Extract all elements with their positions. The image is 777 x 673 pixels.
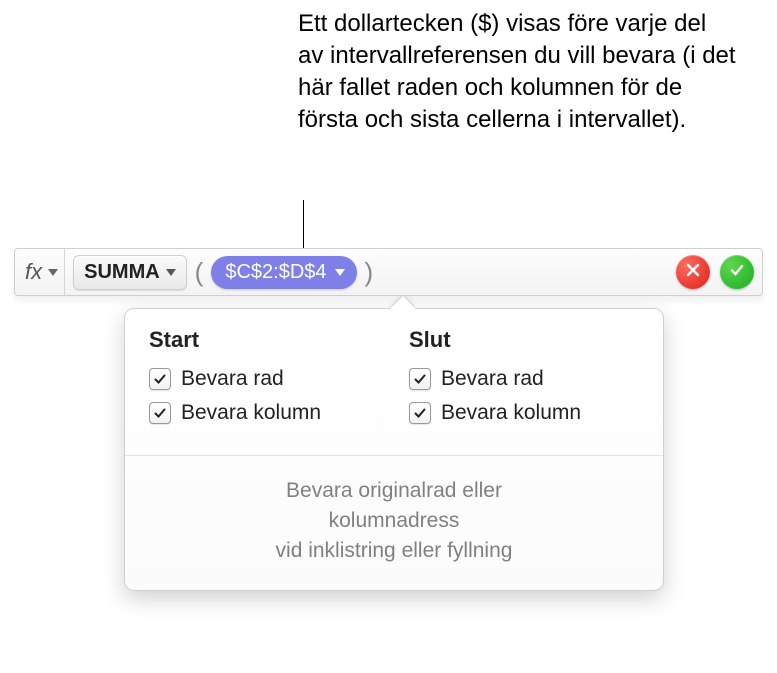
checkbox-checked-icon (409, 368, 431, 390)
start-heading: Start (149, 327, 379, 353)
callout-annotation: Ett dollartecken ($) visas före varje de… (298, 8, 738, 136)
footer-line1: Bevara originalrad eller (149, 476, 639, 506)
preserve-reference-popover: Start Bevara rad Bevara kolumn Slut B (124, 308, 664, 591)
end-preserve-col-label: Bevara kolumn (441, 401, 581, 425)
range-reference-text: $C$2:$D$4 (225, 261, 326, 284)
popover-arrow (389, 296, 415, 310)
fx-label: fx (25, 259, 42, 285)
formula-action-buttons (676, 255, 754, 289)
accept-button[interactable] (720, 255, 754, 289)
end-heading: Slut (409, 327, 639, 353)
function-name: SUMMA (84, 261, 160, 284)
x-icon (685, 262, 701, 283)
callout-leader-line (303, 200, 304, 248)
chevron-down-icon (48, 269, 58, 276)
start-preserve-col-label: Bevara kolumn (181, 401, 321, 425)
chevron-down-icon (166, 269, 176, 276)
checkbox-checked-icon (409, 402, 431, 424)
start-preserve-row-label: Bevara rad (181, 367, 284, 391)
end-preserve-row[interactable]: Bevara rad (409, 367, 639, 391)
footer-line3: vid inklistring eller fyllning (149, 536, 639, 566)
footer-line2: kolumnadress (149, 506, 639, 536)
formula-bar: fx SUMMA ( $C$2:$D$4 ) (14, 248, 763, 296)
checkbox-checked-icon (149, 402, 171, 424)
chevron-down-icon (335, 269, 345, 276)
fx-menu-button[interactable]: fx (23, 249, 65, 295)
start-preserve-row[interactable]: Bevara rad (149, 367, 379, 391)
close-paren: ) (365, 257, 374, 288)
check-icon (729, 262, 745, 283)
open-paren: ( (195, 257, 204, 288)
popover-footer: Bevara originalrad eller kolumnadress vi… (125, 455, 663, 590)
start-column: Start Bevara rad Bevara kolumn (149, 327, 379, 435)
cancel-button[interactable] (676, 255, 710, 289)
range-reference-token[interactable]: $C$2:$D$4 (211, 256, 356, 289)
end-preserve-row-label: Bevara rad (441, 367, 544, 391)
start-preserve-col[interactable]: Bevara kolumn (149, 401, 379, 425)
end-preserve-col[interactable]: Bevara kolumn (409, 401, 639, 425)
end-column: Slut Bevara rad Bevara kolumn (409, 327, 639, 435)
checkbox-checked-icon (149, 368, 171, 390)
function-token[interactable]: SUMMA (73, 255, 187, 290)
